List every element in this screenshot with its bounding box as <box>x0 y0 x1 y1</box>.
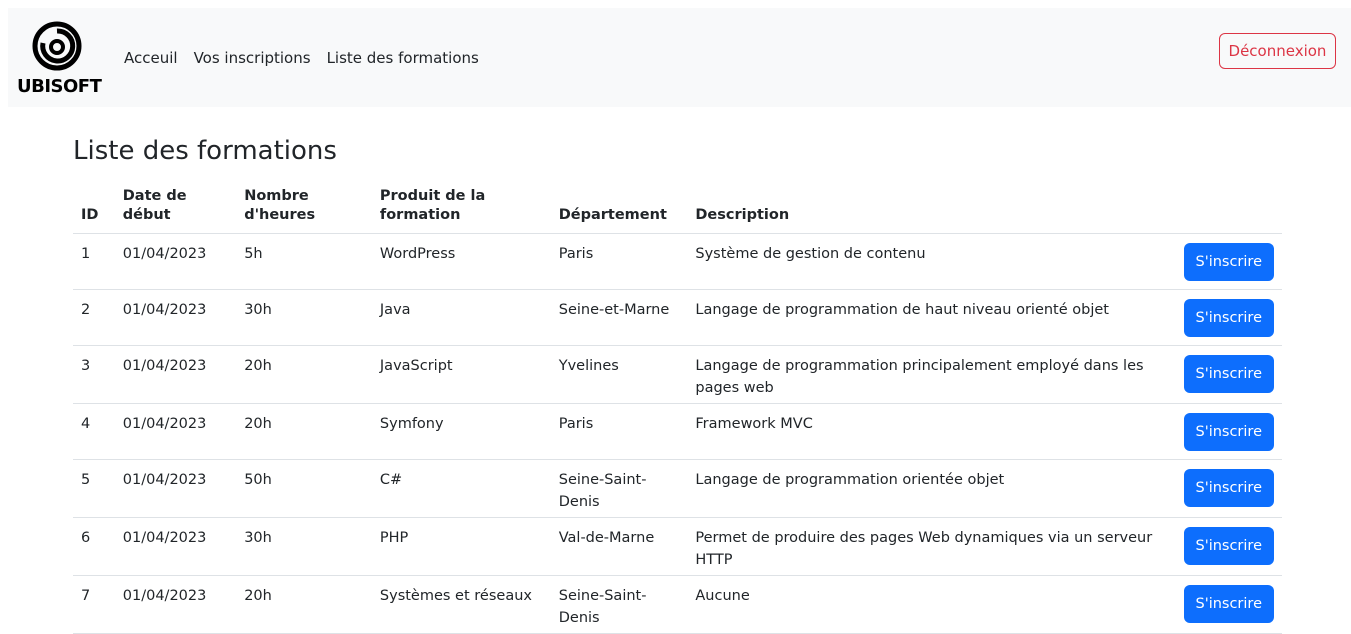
cell-department: Seine-Saint-Denis <box>550 459 688 518</box>
cell-department: Seine-et-Marne <box>550 289 688 346</box>
cell-product: Systèmes et réseaux <box>371 575 551 634</box>
cell-product: WordPress <box>371 233 551 290</box>
signup-button[interactable]: S'inscrire <box>1183 243 1274 281</box>
header-department: Département <box>550 187 688 234</box>
signup-button[interactable]: S'inscrire <box>1183 585 1274 623</box>
cell-description: Aucune <box>687 575 1169 634</box>
cell-product: Symfony <box>371 403 551 460</box>
cell-action: S'inscrire <box>1168 575 1282 634</box>
cell-product: Java <box>371 289 551 346</box>
cell-product: PHP <box>371 517 551 576</box>
cell-hours: 20h <box>236 345 372 404</box>
logo-text: UBISOFT <box>17 76 102 97</box>
cell-date: 01/04/2023 <box>114 233 237 290</box>
table-row: 2 01/04/2023 30h Java Seine-et-Marne Lan… <box>73 289 1282 346</box>
header-product: Produit de la formation <box>371 187 551 234</box>
cell-date: 01/04/2023 <box>114 345 237 404</box>
cell-id: 3 <box>73 345 115 404</box>
header-hours: Nombre d'heures <box>236 187 372 234</box>
cell-id: 5 <box>73 459 115 518</box>
table-row: 7 01/04/2023 20h Systèmes et réseaux Sei… <box>73 575 1282 634</box>
cell-product: C# <box>371 459 551 518</box>
cell-action: S'inscrire <box>1168 233 1282 290</box>
cell-description: Permet de produire des pages Web dynamiq… <box>687 517 1169 576</box>
logout-button[interactable]: Déconnexion <box>1219 33 1336 69</box>
table-header-row: ID Date de début Nombre d'heures Produit… <box>73 187 1282 234</box>
header-date: Date de début <box>114 187 237 234</box>
nav-link-liste-des-formations[interactable]: Liste des formations <box>327 49 479 67</box>
cell-hours: 20h <box>236 575 372 634</box>
cell-department: Seine-Saint-Denis <box>550 575 688 634</box>
cell-action: S'inscrire <box>1168 459 1282 518</box>
table-row: 4 01/04/2023 20h Symfony Paris Framework… <box>73 403 1282 460</box>
cell-department: Paris <box>550 233 688 290</box>
nav-links: Acceuil Vos inscriptions Liste des forma… <box>124 49 479 67</box>
cell-id: 4 <box>73 403 115 460</box>
table-row: 3 01/04/2023 20h JavaScript Yvelines Lan… <box>73 345 1282 404</box>
header-description: Description <box>687 187 1169 234</box>
cell-department: Val-de-Marne <box>550 517 688 576</box>
cell-id: 6 <box>73 517 115 576</box>
cell-date: 01/04/2023 <box>114 517 237 576</box>
cell-department: Yvelines <box>550 345 688 404</box>
cell-hours: 50h <box>236 459 372 518</box>
cell-id: 7 <box>73 575 115 634</box>
header-id: ID <box>73 187 115 234</box>
cell-date: 01/04/2023 <box>114 575 237 634</box>
header-action <box>1168 187 1282 234</box>
cell-hours: 20h <box>236 403 372 460</box>
cell-date: 01/04/2023 <box>114 403 237 460</box>
table-row: 1 01/04/2023 5h WordPress Paris Système … <box>73 233 1282 290</box>
signup-button[interactable]: S'inscrire <box>1183 413 1274 451</box>
cell-action: S'inscrire <box>1168 517 1282 576</box>
nav-link-acceuil[interactable]: Acceuil <box>124 49 178 67</box>
cell-description: Langage de programmation principalement … <box>687 345 1169 404</box>
signup-button[interactable]: S'inscrire <box>1183 527 1274 565</box>
cell-date: 01/04/2023 <box>114 459 237 518</box>
cell-date: 01/04/2023 <box>114 289 237 346</box>
cell-action: S'inscrire <box>1168 289 1282 346</box>
cell-id: 2 <box>73 289 115 346</box>
ubisoft-logo[interactable]: UBISOFT <box>17 21 102 99</box>
table-row: 5 01/04/2023 50h C# Seine-Saint-Denis La… <box>73 459 1282 518</box>
formations-table: ID Date de début Nombre d'heures Produit… <box>73 187 1282 634</box>
cell-description: Framework MVC <box>687 403 1169 460</box>
cell-product: JavaScript <box>371 345 551 404</box>
cell-description: Système de gestion de contenu <box>687 233 1169 290</box>
cell-description: Langage de programmation de haut niveau … <box>687 289 1169 346</box>
cell-hours: 5h <box>236 233 372 290</box>
cell-action: S'inscrire <box>1168 403 1282 460</box>
signup-button[interactable]: S'inscrire <box>1183 299 1274 337</box>
cell-id: 1 <box>73 233 115 290</box>
table-row: 6 01/04/2023 30h PHP Val-de-Marne Permet… <box>73 517 1282 576</box>
navbar: UBISOFT Acceuil Vos inscriptions Liste d… <box>8 8 1351 107</box>
cell-hours: 30h <box>236 517 372 576</box>
ubisoft-swirl-icon <box>32 21 82 71</box>
cell-description: Langage de programmation orientée objet <box>687 459 1169 518</box>
page-title: Liste des formations <box>73 136 337 166</box>
signup-button[interactable]: S'inscrire <box>1183 469 1274 507</box>
cell-action: S'inscrire <box>1168 345 1282 404</box>
signup-button[interactable]: S'inscrire <box>1183 355 1274 393</box>
cell-department: Paris <box>550 403 688 460</box>
cell-hours: 30h <box>236 289 372 346</box>
nav-link-vos-inscriptions[interactable]: Vos inscriptions <box>194 49 311 67</box>
